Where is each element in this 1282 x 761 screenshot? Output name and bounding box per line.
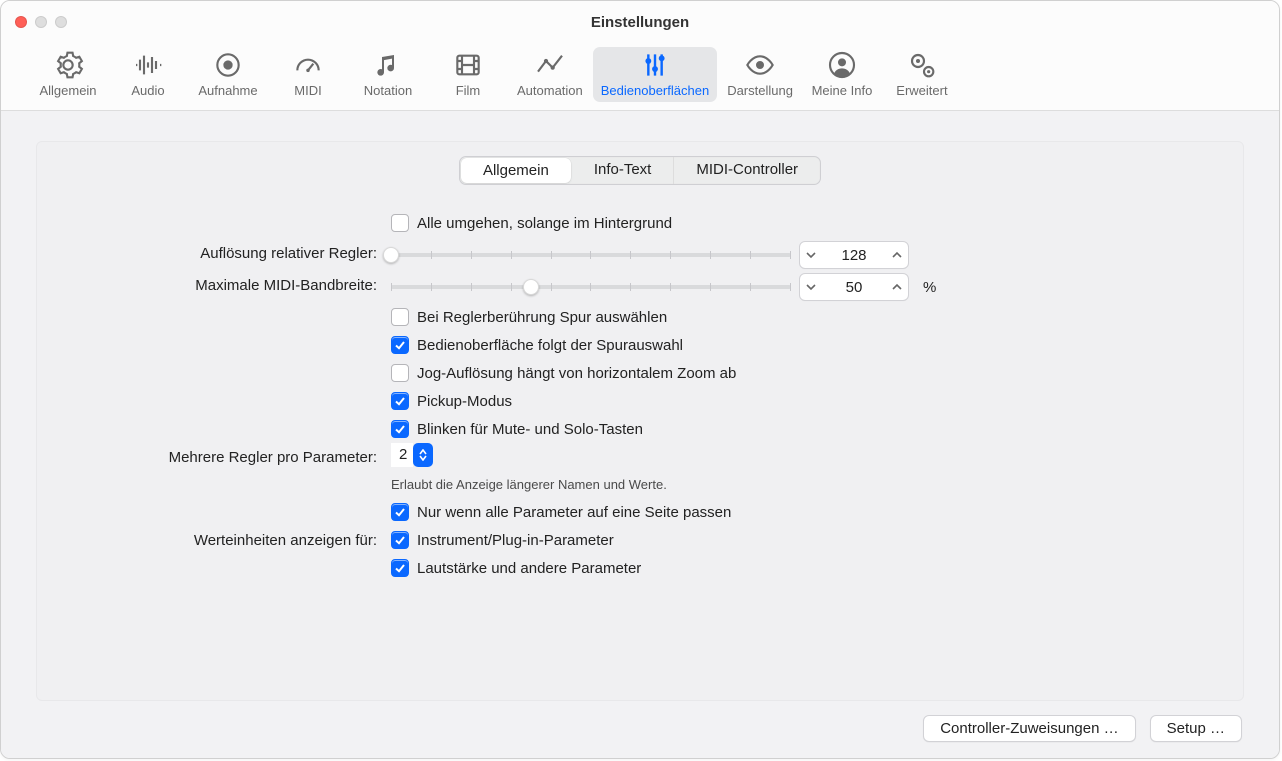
toolbar-label: Meine Info [812, 83, 873, 98]
automation-icon [534, 49, 566, 81]
toolbar-item-audio[interactable]: Audio [109, 47, 187, 102]
checkbox-follow-track-label: Bedienoberfläche folgt der Spurauswahl [417, 337, 683, 354]
toolbar-label: Allgemein [39, 83, 96, 98]
stepper-bandwidth[interactable]: 50 [799, 273, 909, 301]
checkbox-pickup-mode[interactable] [391, 392, 409, 410]
footer: Controller-Zuweisungen … Setup … [36, 701, 1244, 742]
toolbar-item-notation[interactable]: Notation [349, 47, 427, 102]
eye-icon [744, 49, 776, 81]
toolbar-item-my-info[interactable]: Meine Info [803, 47, 881, 102]
sliders-icon [639, 49, 671, 81]
zoom-window-button[interactable] [55, 16, 67, 28]
tab-midi-controller[interactable]: MIDI-Controller [674, 157, 820, 184]
toolbar-label: Notation [364, 83, 412, 98]
traffic-lights [15, 16, 67, 28]
bandwidth-unit: % [923, 279, 936, 296]
toolbar-item-film[interactable]: Film [429, 47, 507, 102]
tab-info-text[interactable]: Info-Text [572, 157, 675, 184]
preferences-window: Einstellungen Allgemein Audio Aufnahme M… [0, 0, 1280, 759]
slider-resolution[interactable] [391, 243, 791, 267]
toolbar-label: Automation [517, 83, 583, 98]
toolbar: Allgemein Audio Aufnahme MIDI Notation F… [1, 43, 1279, 111]
toolbar-item-midi[interactable]: MIDI [269, 47, 347, 102]
checkbox-bypass-all-label: Alle umgehen, solange im Hintergrund [417, 215, 672, 232]
label-bandwidth: Maximale MIDI-Bandbreite: [57, 271, 377, 303]
tab-general[interactable]: Allgemein [461, 158, 571, 183]
gear-icon [52, 49, 84, 81]
checkbox-jog-zoom-label: Jog-Auflösung hängt von horizontalem Zoo… [417, 365, 736, 382]
checkbox-only-if-fits[interactable] [391, 503, 409, 521]
checkbox-blink-mute-solo[interactable] [391, 420, 409, 438]
toolbar-label: Aufnahme [198, 83, 257, 98]
stepper-up-icon[interactable] [886, 250, 908, 260]
checkbox-touch-select[interactable] [391, 308, 409, 326]
toolbar-item-general[interactable]: Allgemein [29, 47, 107, 102]
film-icon [452, 49, 484, 81]
sub-tabs: Allgemein Info-Text MIDI-Controller [459, 156, 821, 185]
minimize-window-button[interactable] [35, 16, 47, 28]
label-multi-controls: Mehrere Regler pro Parameter: [57, 443, 377, 498]
toolbar-label: Audio [131, 83, 164, 98]
checkbox-units-volume-label: Lautstärke und andere Parameter [417, 560, 641, 577]
checkbox-units-instrument-label: Instrument/Plug-in-Parameter [417, 532, 614, 549]
stepper-down-icon[interactable] [800, 250, 822, 260]
stepper-value: 50 [822, 279, 886, 296]
stepper-up-icon[interactable] [886, 282, 908, 292]
setup-button[interactable]: Setup … [1150, 715, 1242, 742]
window-title: Einstellungen [1, 14, 1279, 31]
stepper-resolution[interactable]: 128 [799, 241, 909, 269]
titlebar: Einstellungen [1, 1, 1279, 43]
toolbar-item-recording[interactable]: Aufnahme [189, 47, 267, 102]
checkbox-pickup-mode-label: Pickup-Modus [417, 393, 512, 410]
toolbar-label: Film [456, 83, 481, 98]
select-multi-controls[interactable]: 2 [391, 443, 433, 467]
toolbar-label: Erweitert [896, 83, 947, 98]
record-icon [212, 49, 244, 81]
gears-icon [906, 49, 938, 81]
checkbox-blink-mute-solo-label: Blinken für Mute- und Solo-Tasten [417, 421, 643, 438]
toolbar-label: MIDI [294, 83, 321, 98]
stepper-value: 128 [822, 247, 886, 264]
checkbox-bypass-all[interactable] [391, 214, 409, 232]
checkbox-follow-track[interactable] [391, 336, 409, 354]
gauge-icon [292, 49, 324, 81]
toolbar-item-display[interactable]: Darstellung [719, 47, 801, 102]
controller-assignments-button[interactable]: Controller-Zuweisungen … [923, 715, 1135, 742]
toolbar-label: Bedienoberflächen [601, 83, 709, 98]
content-area: Allgemein Info-Text MIDI-Controller Alle… [1, 111, 1279, 758]
checkbox-units-volume[interactable] [391, 559, 409, 577]
checkbox-jog-zoom[interactable] [391, 364, 409, 382]
toolbar-label: Darstellung [727, 83, 793, 98]
waveform-icon [132, 49, 164, 81]
toolbar-item-automation[interactable]: Automation [509, 47, 591, 102]
slider-bandwidth[interactable] [391, 275, 791, 299]
multi-controls-hint: Erlaubt die Anzeige längerer Namen und W… [391, 477, 667, 492]
toolbar-item-control-surfaces[interactable]: Bedienoberflächen [593, 47, 717, 102]
settings-panel: Allgemein Info-Text MIDI-Controller Alle… [36, 141, 1244, 701]
select-value: 2 [391, 443, 413, 467]
label-show-units: Werteinheiten anzeigen für: [57, 526, 377, 554]
stepper-down-icon[interactable] [800, 282, 822, 292]
updown-caret-icon [413, 443, 433, 467]
close-window-button[interactable] [15, 16, 27, 28]
music-note-icon [372, 49, 404, 81]
user-circle-icon [826, 49, 858, 81]
checkbox-touch-select-label: Bei Reglerberührung Spur auswählen [417, 309, 667, 326]
checkbox-units-instrument[interactable] [391, 531, 409, 549]
toolbar-item-advanced[interactable]: Erweitert [883, 47, 961, 102]
checkbox-only-if-fits-label: Nur wenn alle Parameter auf eine Seite p… [417, 504, 731, 521]
label-resolution: Auflösung relativer Regler: [57, 239, 377, 271]
form: Alle umgehen, solange im Hintergrund Auf… [57, 207, 1223, 582]
